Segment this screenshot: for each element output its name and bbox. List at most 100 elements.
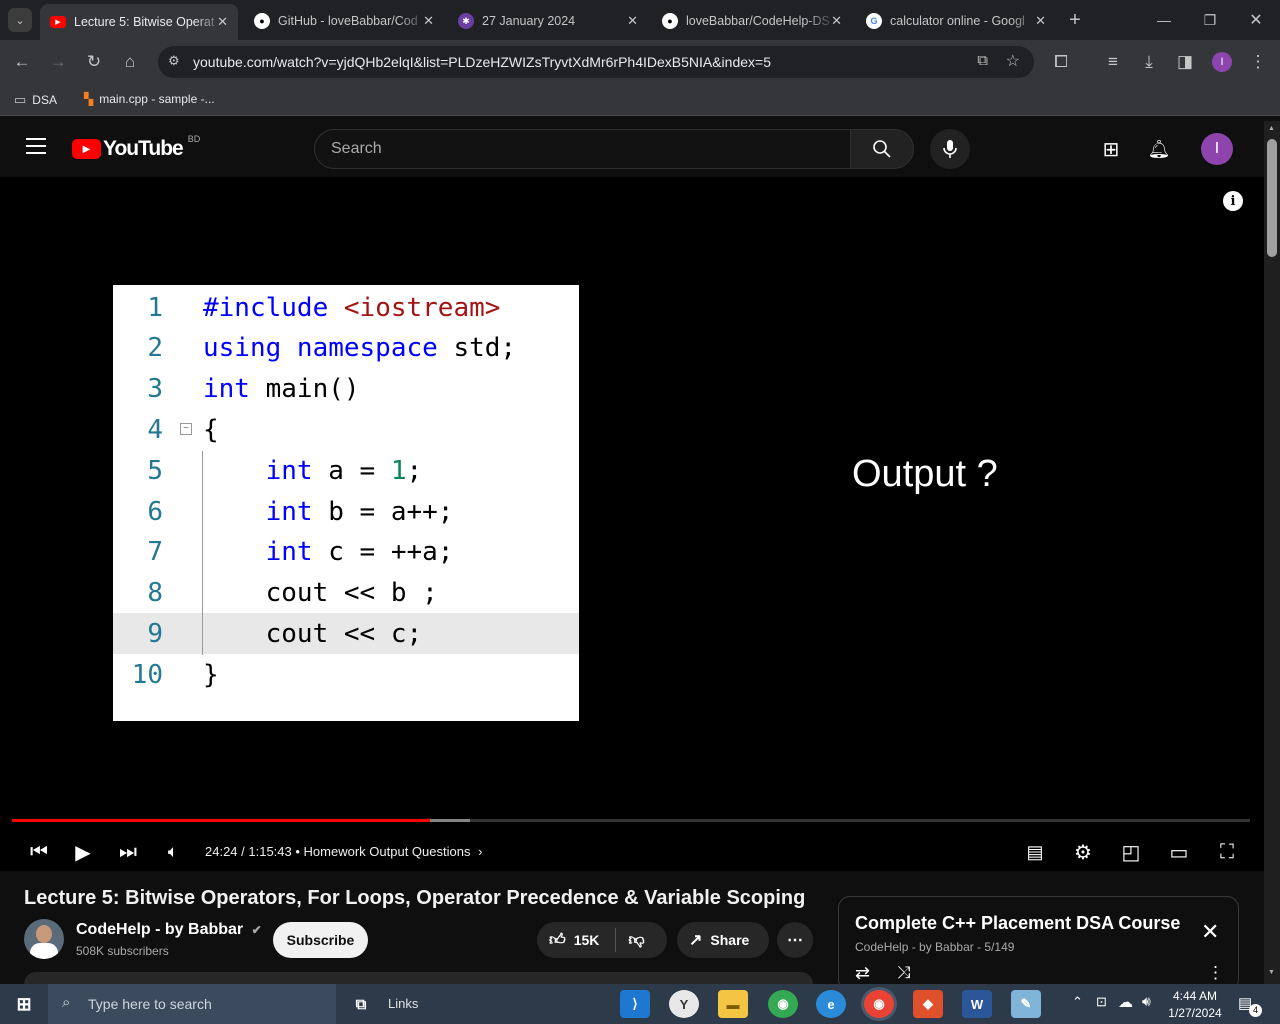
profile-initial: I <box>1212 52 1232 72</box>
file-explorer-icon[interactable]: ▬ <box>718 990 748 1018</box>
taskbar-search-input[interactable]: ⌕ Type here to search <box>48 984 336 1024</box>
tab-codehelp[interactable]: ● loveBabbar/CodeHelp-DS ✕ <box>652 6 852 36</box>
chevron-right-icon[interactable]: › <box>478 844 482 859</box>
volume-icon[interactable]: 🔈︎ <box>158 837 188 867</box>
extensions-icon[interactable]: ⧠ <box>1049 50 1073 74</box>
playlist-title[interactable]: Complete C++ Placement DSA Course <box>855 913 1180 934</box>
search-button[interactable] <box>850 129 914 169</box>
close-tab-icon[interactable]: ✕ <box>423 13 434 29</box>
close-tab-icon[interactable]: ✕ <box>627 13 638 29</box>
menu-kebab-icon[interactable]: ⋮ <box>1246 50 1270 74</box>
close-window-icon[interactable]: ✕ <box>1244 8 1268 32</box>
info-icon[interactable]: i <box>1223 191 1243 211</box>
search-icon <box>873 140 891 158</box>
close-tab-icon[interactable]: ✕ <box>217 14 228 30</box>
playlist-menu-icon[interactable]: ⋮ <box>1207 963 1224 983</box>
chapter-title[interactable]: Homework Output Questions <box>304 844 471 859</box>
play-icon[interactable]: ▶︎ <box>68 837 98 867</box>
create-video-icon[interactable]: ⊞ <box>1099 138 1123 161</box>
edge-icon[interactable]: e <box>816 990 846 1018</box>
task-view-icon[interactable]: ⧉ <box>346 990 376 1018</box>
forward-icon[interactable]: → <box>46 50 70 74</box>
settings-gear-icon[interactable]: ⚙ <box>1068 837 1098 867</box>
restore-icon[interactable]: ❐ <box>1198 8 1222 32</box>
minimize-icon[interactable]: — <box>1152 8 1176 32</box>
account-avatar[interactable]: I <box>1201 133 1233 165</box>
network-icon[interactable]: ⊡ <box>1096 994 1107 1010</box>
clock[interactable]: 4:44 AM 1/27/2024 <box>1166 988 1224 1022</box>
tab-youtube[interactable]: ▶ Lecture 5: Bitwise Operat ✕ <box>40 4 238 40</box>
side-panel-icon[interactable]: ◨ <box>1173 50 1197 74</box>
subscribe-button[interactable]: Subscribe <box>273 922 368 958</box>
code-line: 7 int c = ++a; <box>113 532 579 573</box>
code-text: { <box>203 414 219 445</box>
line-number: 9 <box>147 618 163 649</box>
next-icon[interactable]: ⏭︎ <box>113 837 143 867</box>
windows-start-icon[interactable]: ⊞ <box>9 990 39 1018</box>
scroll-up-icon[interactable]: ▲ <box>1268 125 1275 132</box>
bookmark-star-icon[interactable]: ☆ <box>1006 51 1020 71</box>
description-box[interactable] <box>24 972 813 984</box>
theater-mode-icon[interactable]: ▭ <box>1164 837 1194 867</box>
like-count[interactable]: 15K <box>574 932 600 948</box>
logo-text: YouTube <box>103 137 184 160</box>
bookmark-main-cpp[interactable]: ▚ main.cpp - sample -... <box>84 92 215 106</box>
git-icon[interactable]: ◆ <box>913 990 943 1018</box>
like-icon[interactable]: 👍︎ <box>549 931 566 950</box>
notifications-bell-icon[interactable]: 🔔︎ <box>1147 137 1171 161</box>
chrome-profile-icon[interactable]: ◉ <box>864 990 894 1018</box>
voice-search-button[interactable] <box>930 129 970 169</box>
clock-date: 1/27/2024 <box>1168 1006 1222 1020</box>
speaker-icon[interactable]: 🔊︎ <box>1142 993 1151 1010</box>
home-icon[interactable]: ⌂ <box>118 50 142 74</box>
close-tab-icon[interactable]: ✕ <box>1035 13 1046 29</box>
shuffle-icon[interactable]: ⤨ <box>897 963 911 983</box>
close-tab-icon[interactable]: ✕ <box>831 13 842 29</box>
share-button[interactable]: ↗ Share <box>677 922 769 958</box>
dislike-icon[interactable]: 👎︎ <box>628 931 644 950</box>
chrome-icon[interactable]: ◉ <box>768 990 798 1018</box>
profile-avatar[interactable]: I <box>1210 50 1234 74</box>
media-control-icon[interactable]: ≡ <box>1101 50 1125 74</box>
page-scrollbar[interactable]: ▲ ▼ <box>1264 121 1280 984</box>
notification-badge: 4 <box>1249 1004 1262 1017</box>
site-info-icon[interactable]: ⚙ <box>168 53 180 69</box>
address-bar[interactable]: ⚙ youtube.com/watch?v=yjdQHb2elqI&list=P… <box>158 46 1034 78</box>
tab-search-button[interactable]: ⌄ <box>8 8 32 32</box>
tab-calendar[interactable]: ✱ 27 January 2024 ✕ <box>448 6 648 36</box>
tab-calculator[interactable]: G calculator online - Googl ✕ <box>856 6 1056 36</box>
subtitles-icon[interactable]: ▤ <box>1020 837 1050 867</box>
video-player[interactable]: i 1 #include <iostream> 2 using namespace s… <box>0 177 1264 871</box>
links-toolbar[interactable]: Links <box>388 996 418 1011</box>
channel-name[interactable]: CodeHelp - by Babbar ✔ <box>76 921 262 939</box>
scroll-thumb[interactable] <box>1267 139 1277 257</box>
code-line: 1 #include <iostream> <box>113 287 579 328</box>
progress-bar[interactable] <box>12 819 1250 822</box>
youtube-logo[interactable]: ▶ YouTube BD <box>72 134 200 161</box>
onedrive-icon[interactable]: ☁ <box>1118 993 1133 1011</box>
new-tab-icon[interactable]: + <box>1063 8 1087 32</box>
channel-avatar[interactable] <box>24 919 64 959</box>
taskbar-search-placeholder: Type here to search <box>88 996 212 1012</box>
downloads-icon[interactable]: ⤓ <box>1137 50 1161 74</box>
show-hidden-icons-icon[interactable]: ⌃ <box>1072 994 1083 1010</box>
browser-app-icon[interactable]: Y <box>669 990 699 1018</box>
search-input[interactable]: Search <box>314 129 851 169</box>
fullscreen-icon[interactable]: ⛶ <box>1212 837 1242 867</box>
hamburger-menu-icon[interactable] <box>26 138 46 154</box>
word-icon[interactable]: W <box>962 990 992 1018</box>
scroll-down-icon[interactable]: ▼ <box>1268 969 1275 976</box>
notepad-icon[interactable]: ✎ <box>1011 990 1041 1018</box>
miniplayer-icon[interactable]: ◰ <box>1116 837 1146 867</box>
tab-github[interactable]: ● GitHub - loveBabbar/Cod ✕ <box>244 6 444 36</box>
reload-icon[interactable]: ↻ <box>82 50 106 74</box>
install-app-icon[interactable]: ⧉ <box>977 52 988 69</box>
loop-icon[interactable]: ⇄ <box>855 963 870 984</box>
code-text: cout << b ; <box>203 578 438 609</box>
close-playlist-icon[interactable]: ✕ <box>1201 919 1219 945</box>
back-icon[interactable]: ← <box>10 50 34 74</box>
bookmark-dsa[interactable]: ▭ DSA <box>14 92 57 108</box>
previous-icon[interactable]: ⏮︎ <box>24 837 54 867</box>
vscode-icon[interactable]: ⟩ <box>620 990 650 1018</box>
more-actions-icon[interactable]: ⋯ <box>777 922 813 958</box>
